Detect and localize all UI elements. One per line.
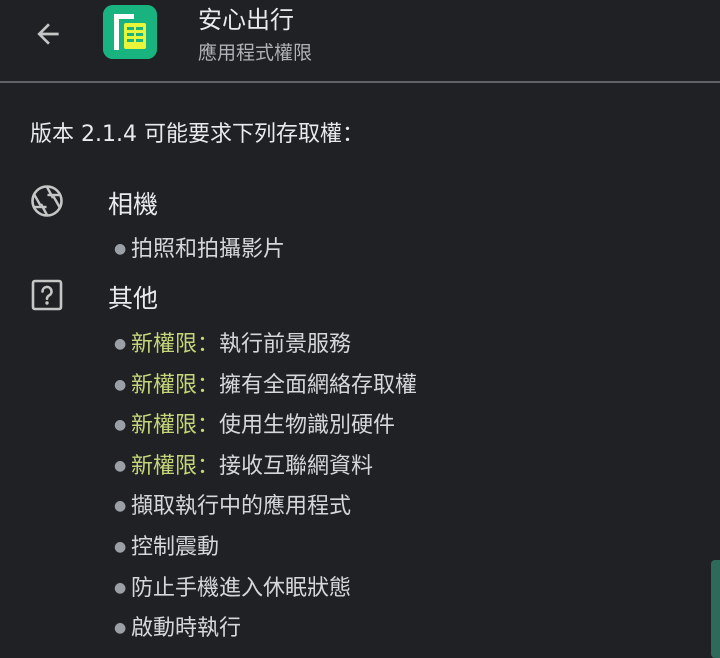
permission-item: ● 防止手機進入休眠狀態 [114, 576, 352, 601]
page-subtitle: 應用程式權限 [198, 42, 313, 64]
permission-item: ● 控制震動 [114, 535, 220, 560]
app-bar: 安心出行 應用程式權限 [0, 0, 720, 82]
permission-item: ● 新權限：執行前景服務 [114, 332, 352, 357]
bullet: ● [114, 498, 127, 514]
bullet: ● [114, 377, 127, 393]
permission-item: ● 拍照和拍攝影片 [114, 237, 286, 262]
group-title-other: 其他 [108, 284, 159, 313]
new-permission-label: 新權限： [131, 332, 220, 357]
group-title-camera: 相機 [108, 190, 159, 219]
version-intro: 版本 2.1.4 可能要求下列存取權： [30, 122, 364, 147]
permission-item: ● 新權限：接收互聯網資料 [114, 454, 374, 479]
app-name: 安心出行 [198, 6, 294, 34]
permission-item: ● 新權限：使用生物識別硬件 [114, 413, 396, 438]
back-button[interactable] [28, 14, 68, 54]
question-box-icon [30, 278, 64, 312]
header-divider [0, 81, 720, 83]
arrow-back-icon [37, 23, 59, 45]
bullet: ● [114, 539, 127, 555]
scroll-edge-indicator [711, 560, 720, 658]
bullet: ● [114, 458, 127, 474]
new-permission-label: 新權限： [131, 454, 220, 479]
bullet: ● [114, 417, 127, 433]
new-permission-label: 新權限： [131, 413, 220, 438]
bullet: ● [114, 241, 127, 257]
bullet: ● [114, 620, 127, 636]
permission-item: ● 啟動時執行 [114, 616, 242, 641]
permission-item: ● 擷取執行中的應用程式 [114, 494, 352, 519]
camera-aperture-icon [30, 184, 64, 218]
permission-item: ● 新權限：擁有全面網絡存取權 [114, 373, 418, 398]
bullet: ● [114, 336, 127, 352]
new-permission-label: 新權限： [131, 373, 220, 398]
app-logo-icon [103, 5, 157, 59]
bullet: ● [114, 580, 127, 596]
